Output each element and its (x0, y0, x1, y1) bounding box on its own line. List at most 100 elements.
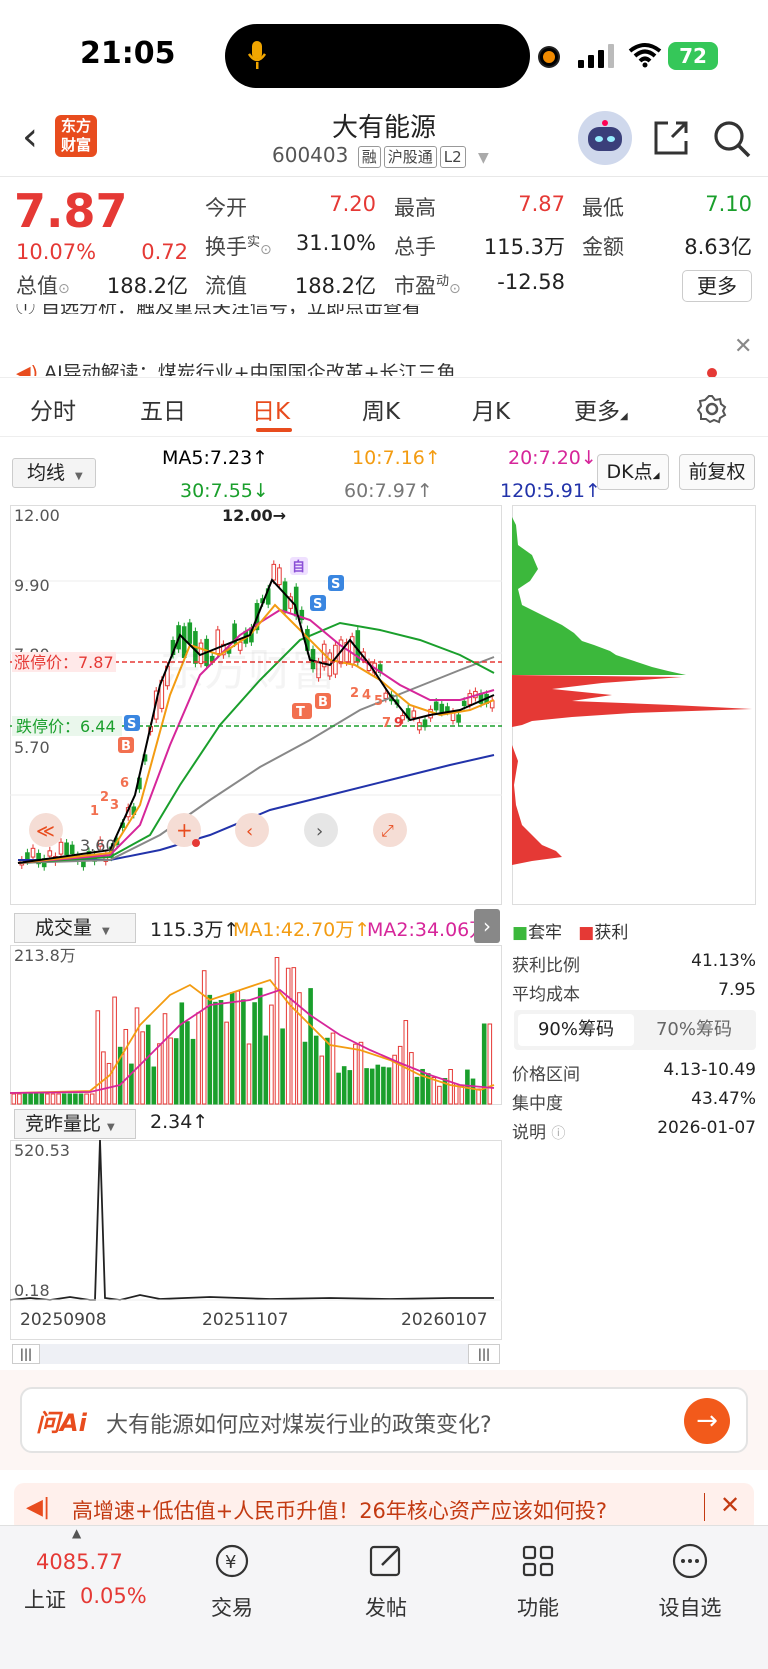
avg-cost-label: 平均成本 (512, 985, 580, 1005)
pe-label: 市盈动⊙ (394, 274, 461, 298)
volume-bar (213, 1001, 218, 1105)
ratio-selector[interactable]: 竞昨量比 ▼ (14, 1109, 136, 1139)
scroll-handle-right[interactable]: ||| (468, 1344, 500, 1364)
arrow-right-icon[interactable]: → (684, 1398, 730, 1444)
volume-bar (241, 999, 246, 1105)
volume-bar (190, 1038, 196, 1105)
tab-add-watchlist[interactable]: 设自选 (640, 1541, 740, 1622)
candle (187, 622, 193, 644)
volume-chart[interactable]: 213.8万 (10, 945, 502, 1105)
ma60-value: 60:7.97↑ (344, 480, 433, 502)
volume-bar (67, 1093, 73, 1105)
svg-text:自: 自 (292, 559, 305, 575)
volume-bar (448, 1068, 453, 1105)
high-value: 7.87 (518, 192, 565, 216)
tab-weekly[interactable]: 周K (362, 392, 400, 426)
max-price-marker: 12.00→ (222, 506, 286, 525)
low-label: 最低 (582, 196, 624, 220)
active-tab-indicator (256, 428, 292, 432)
margin-tag: 融 (357, 146, 381, 168)
volume-bar (33, 1093, 39, 1105)
svg-text:›: › (316, 821, 323, 842)
stock-code-row[interactable]: 600403 融沪股通 L2 ▼ (272, 143, 489, 168)
chart-scrollbar[interactable]: ||| ||| (12, 1344, 500, 1364)
tab-trade[interactable]: ¥ 交易 (182, 1541, 282, 1622)
limit-down-label: 跌停价：6.44 (16, 717, 116, 736)
index-value[interactable]: 4085.77 (36, 1550, 123, 1574)
volume-bar (235, 990, 241, 1105)
candle (277, 567, 282, 586)
ai-news-line[interactable]: ◀) AI异动解读：煤炭行业+中国国企改革+长江三角 (16, 358, 716, 376)
close-icon[interactable]: ✕ (720, 1491, 740, 1519)
gear-icon[interactable] (697, 394, 727, 424)
candle (383, 692, 389, 699)
candle (64, 842, 69, 856)
volume-bar (252, 1002, 257, 1105)
note-label[interactable]: 说明 ⓘ (512, 1118, 565, 1143)
level2-tag: L2 (439, 146, 466, 168)
ratio-current: 2.34↑ (150, 1111, 209, 1133)
float-cap-value: 188.2亿 (294, 274, 376, 298)
volume-bar (364, 1068, 369, 1105)
ma120-value: 120:5.91↑ (500, 480, 601, 502)
volume-bar (17, 1093, 22, 1105)
tab-intraday[interactable]: 分时 (30, 392, 76, 426)
svg-text:2: 2 (350, 686, 359, 701)
scroll-handle-left[interactable]: ||| (12, 1344, 40, 1364)
svg-text:+: + (176, 818, 193, 842)
svg-text:S: S (313, 597, 322, 612)
svg-text:3: 3 (110, 798, 119, 813)
volume-bar (375, 1064, 381, 1105)
chip-distribution-chart (512, 505, 756, 905)
microphone-icon (248, 41, 266, 69)
ask-ai-input[interactable]: 大有能源如何应对煤炭行业的政策变化? (106, 1407, 492, 1439)
volume-bar (207, 994, 213, 1105)
svg-text:S: S (331, 577, 340, 592)
dk-point-button[interactable]: DK点◢ (597, 454, 669, 490)
float-cap-label: 流值 (205, 274, 247, 298)
dynamic-island (225, 24, 530, 88)
chip-range-tabs: 90%筹码 70%筹码 (514, 1010, 756, 1050)
ask-ai-bar[interactable]: 问Ai 大有能源如何应对煤炭行业的政策变化? → (20, 1387, 748, 1453)
tab-monthly[interactable]: 月K (472, 392, 510, 426)
search-icon[interactable] (712, 119, 752, 159)
amount-value: 8.63亿 (684, 235, 752, 259)
tab-daily[interactable]: 日K (252, 392, 290, 426)
svg-text:4: 4 (362, 688, 371, 703)
volume-bar (168, 1037, 173, 1105)
tab-more[interactable]: 更多◢ (574, 392, 628, 426)
svg-text:¥: ¥ (225, 1552, 236, 1573)
volume-selector[interactable]: 成交量 ▼ (14, 913, 136, 943)
adjust-button[interactable]: 前复权 (679, 454, 755, 490)
svg-text:5: 5 (374, 694, 383, 709)
close-icon[interactable]: ✕ (734, 334, 752, 359)
tab-post[interactable]: 发帖 (336, 1541, 436, 1622)
turnover-label: 换手实⊙ (205, 235, 272, 259)
expand-chevron-icon[interactable]: › (474, 909, 500, 943)
svg-text:7: 7 (382, 716, 391, 731)
trade-icon: ¥ (215, 1544, 249, 1578)
ma-selector[interactable]: 均线 ▼ (12, 458, 96, 488)
tab-chip-70[interactable]: 70%筹码 (636, 1014, 752, 1046)
volume-bar (291, 967, 297, 1105)
svg-text:T: T (296, 705, 305, 720)
grid-icon (522, 1545, 554, 1577)
volume-bar (414, 1076, 420, 1105)
volume-bar (369, 1068, 375, 1105)
volume-bar (319, 1055, 325, 1105)
volume-y-max: 213.8万 (14, 946, 76, 965)
promo-text[interactable]: 高增速+低估值+人民币升值！26年核心资产应该如何投? (72, 1495, 607, 1525)
tab-functions[interactable]: 功能 (488, 1541, 588, 1622)
tab-5day[interactable]: 五日 (140, 392, 186, 426)
svg-text:9: 9 (394, 716, 403, 731)
kline-chart[interactable]: 12.00 9.90 7.80 5.70 3.60 12.00→ 涨停价：7.8… (10, 505, 502, 905)
volume-bar (246, 1043, 252, 1105)
tab-chip-90[interactable]: 90%筹码 (518, 1014, 634, 1046)
more-button[interactable]: 更多 (682, 270, 752, 302)
ai-robot-icon[interactable] (578, 111, 632, 165)
volume-bar (476, 1088, 481, 1105)
candle (467, 693, 473, 705)
share-icon[interactable] (652, 119, 690, 157)
wifi-icon (628, 43, 662, 68)
volume-ratio-chart[interactable]: 520.53 0.18 20250908 20251107 20260107 (10, 1140, 502, 1340)
